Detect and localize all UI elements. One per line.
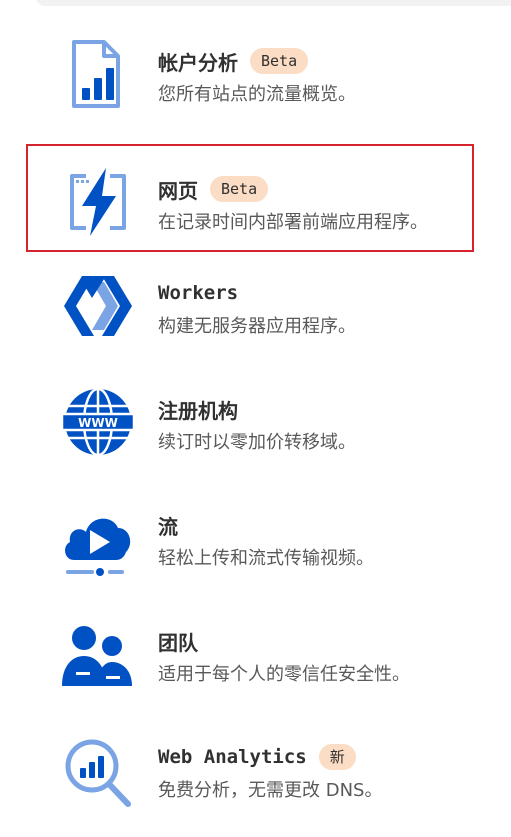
product-title: 注册机构: [158, 398, 238, 423]
product-description: 您所有站点的流量概览。: [158, 84, 356, 105]
beta-badge: Beta: [210, 176, 269, 202]
product-item-stream[interactable]: 流 轻松上传和流式传输视频。: [26, 480, 474, 588]
globe-www-icon: WWW: [60, 384, 136, 460]
workers-icon: [60, 268, 136, 344]
product-description: 免费分析，无需更改 DNS。: [158, 780, 383, 801]
product-description: 续订时以零加价转移域。: [158, 432, 356, 453]
new-badge: 新: [318, 744, 356, 770]
product-item-account-analytics[interactable]: 帐户分析 Beta 您所有站点的流量概览。: [26, 16, 474, 124]
product-title: 团队: [158, 630, 198, 655]
product-item-workers[interactable]: Workers 构建无服务器应用程序。: [26, 248, 474, 356]
stream-cloud-play-icon: [60, 500, 136, 576]
beta-badge: Beta: [250, 48, 309, 74]
team-people-icon: [60, 616, 136, 692]
product-item-web-analytics[interactable]: Web Analytics 新 免费分析，无需更改 DNS。: [26, 712, 474, 820]
analytics-document-icon: [60, 36, 136, 112]
product-title: Web Analytics: [158, 746, 307, 768]
product-title: 帐户分析: [158, 50, 238, 75]
product-description: 适用于每个人的零信任安全性。: [158, 664, 410, 685]
product-description: 在记录时间内部署前端应用程序。: [158, 212, 428, 233]
product-item-pages[interactable]: 网页 Beta 在记录时间内部署前端应用程序。: [26, 144, 474, 252]
pages-lightning-icon: [60, 164, 136, 240]
product-title: 网页: [158, 178, 198, 203]
web-analytics-magnifier-icon: [60, 732, 136, 808]
product-title: Workers: [158, 282, 239, 304]
product-title: 流: [158, 514, 178, 539]
product-description: 构建无服务器应用程序。: [158, 316, 356, 337]
product-description: 轻松上传和流式传输视频。: [158, 548, 374, 569]
product-item-registrar[interactable]: WWW 注册机构 续订时以零加价转移域。: [26, 364, 474, 472]
product-item-teams[interactable]: 团队 适用于每个人的零信任安全性。: [26, 596, 474, 704]
svg-text:WWW: WWW: [78, 416, 118, 430]
search-bar-edge: [36, 0, 511, 6]
